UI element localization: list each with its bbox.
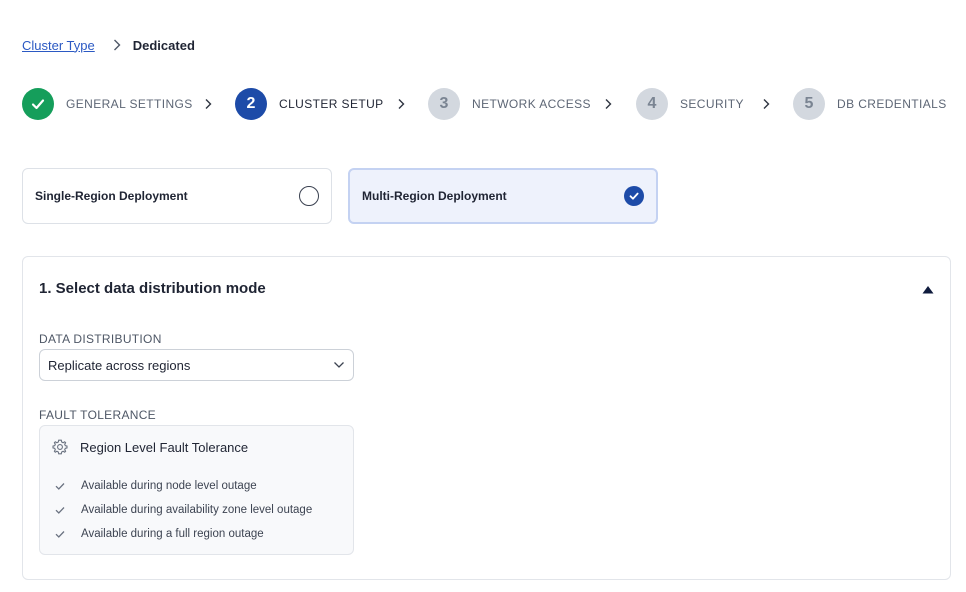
list-item: Available during a full region outage [54,522,312,546]
chevron-right-icon [605,99,612,109]
multi-region-deployment-option[interactable]: Multi-Region Deployment [348,168,658,224]
single-region-label: Single-Region Deployment [35,189,188,203]
breadcrumb: Cluster Type Dedicated [22,36,195,54]
step-number: 3 [428,88,460,120]
step-general-settings[interactable]: GENERAL SETTINGS [22,88,193,120]
step-db-credentials[interactable]: 5 DB CREDENTIALS [793,88,947,120]
step-label: CLUSTER SETUP [279,97,384,111]
chevron-right-icon [113,39,121,51]
step-cluster-setup[interactable]: 2 CLUSTER SETUP [235,88,384,120]
select-value: Replicate across regions [48,357,191,373]
data-distribution-section: 1. Select data distribution mode DATA DI… [22,256,951,580]
single-region-deployment-option[interactable]: Single-Region Deployment [22,168,332,224]
list-item-text: Available during node level outage [81,480,257,492]
check-icon [54,504,66,516]
data-distribution-label: DATA DISTRIBUTION [39,332,162,346]
collapse-caret-up-icon[interactable] [922,285,934,294]
breadcrumb-link-cluster-type[interactable]: Cluster Type [22,38,95,53]
step-label: SECURITY [680,97,744,111]
step-number: 2 [235,88,267,120]
fault-tolerance-card: Region Level Fault Tolerance Available d… [39,425,354,555]
check-icon [54,480,66,492]
multi-region-label: Multi-Region Deployment [362,189,507,203]
list-item-text: Available during availability zone level… [81,504,313,516]
radio-selected-check-icon[interactable] [624,186,644,206]
fault-tolerance-label: FAULT TOLERANCE [39,408,156,422]
section-title: 1. Select data distribution mode [39,280,266,297]
step-label: GENERAL SETTINGS [66,97,193,111]
gear-icon [52,439,68,455]
step-label: DB CREDENTIALS [837,97,947,111]
wizard-stepper: GENERAL SETTINGS 2 CLUSTER SETUP 3 NETWO… [22,88,946,120]
list-item: Available during node level outage [54,474,312,498]
step-label: NETWORK ACCESS [472,97,591,111]
breadcrumb-current: Dedicated [132,37,195,53]
fault-tolerance-list: Available during node level outage Avail… [54,474,312,546]
radio-unselected-icon[interactable] [299,186,319,206]
list-item: Available during availability zone level… [54,498,312,522]
step-complete-check-icon [22,88,54,120]
step-network-access[interactable]: 3 NETWORK ACCESS [428,88,591,120]
chevron-down-icon [334,362,344,368]
chevron-right-icon [398,99,405,109]
step-number: 5 [793,88,825,120]
fault-tolerance-title: Region Level Fault Tolerance [80,439,249,455]
step-security[interactable]: 4 SECURITY [636,88,744,120]
fault-tolerance-header: Region Level Fault Tolerance [52,438,248,456]
chevron-right-icon [763,99,770,109]
step-number: 4 [636,88,668,120]
check-icon [54,528,66,540]
chevron-right-icon [205,99,212,109]
data-distribution-select[interactable]: Replicate across regions [39,349,354,381]
list-item-text: Available during a full region outage [81,528,264,540]
